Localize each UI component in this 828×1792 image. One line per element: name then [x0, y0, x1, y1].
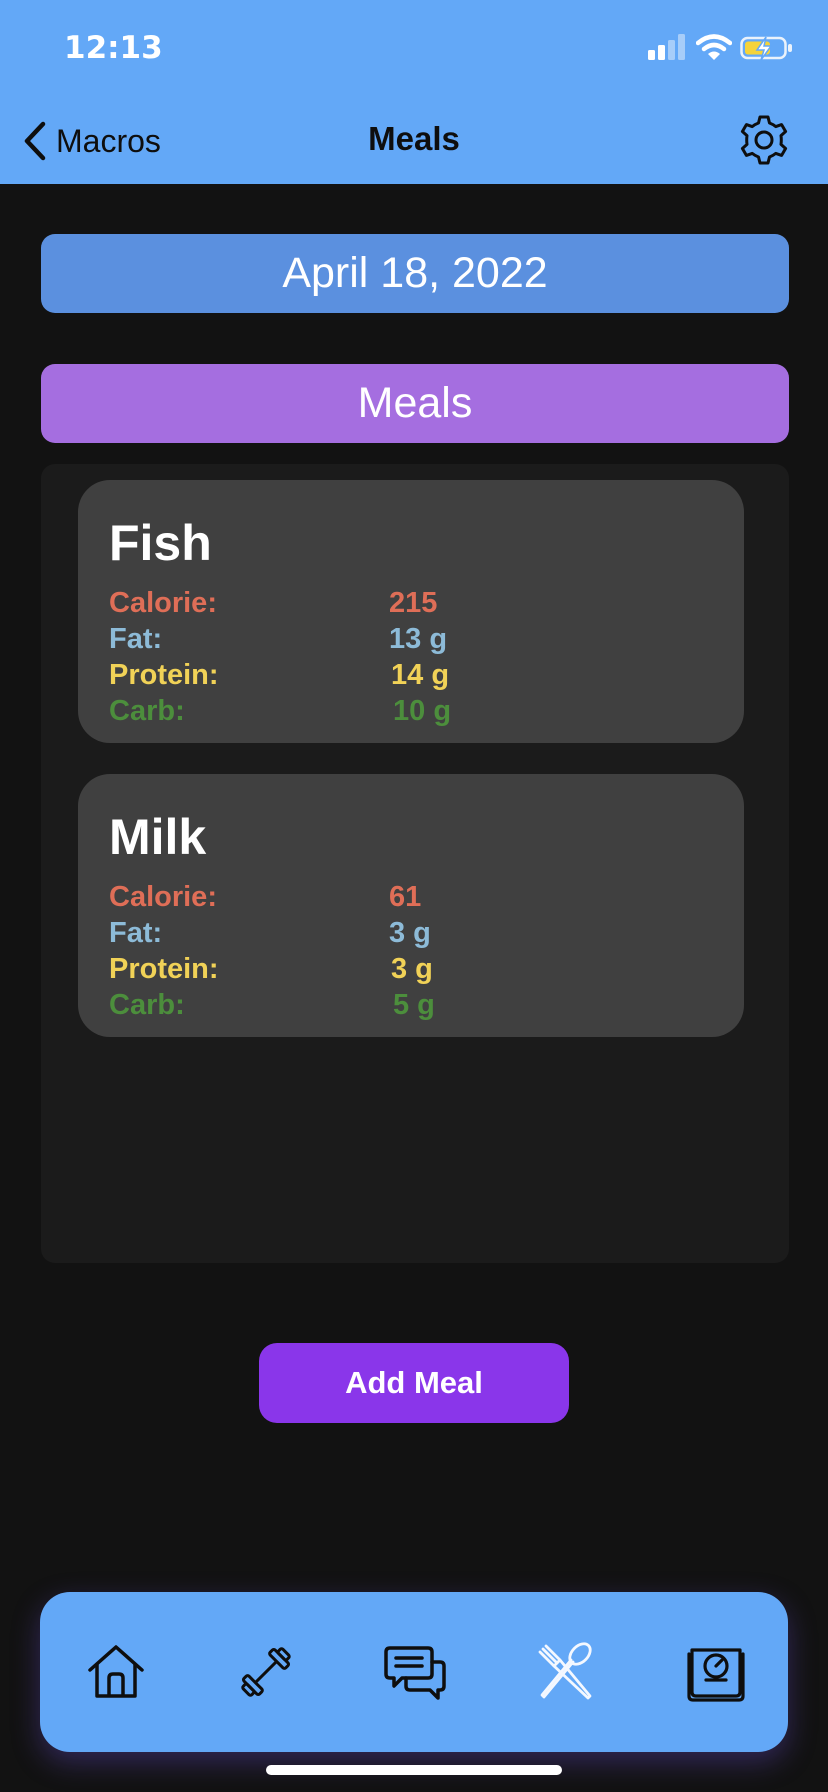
- fat-label: Fat:: [109, 623, 163, 655]
- protein-label: Protein:: [109, 659, 219, 691]
- home-indicator[interactable]: [266, 1765, 562, 1775]
- header: 12:13 Macros Meals: [0, 0, 828, 184]
- fat-row: Fat: 13 g: [109, 623, 709, 659]
- carb-value: 10 g: [393, 695, 452, 727]
- settings-button[interactable]: [738, 114, 790, 166]
- carb-label: Carb:: [109, 695, 185, 727]
- date-selector[interactable]: April 18, 2022: [41, 234, 789, 313]
- chat-icon: [384, 1646, 446, 1700]
- gear-icon: [740, 115, 788, 165]
- protein-row: Protein: 3 g: [109, 953, 709, 989]
- tab-weight[interactable]: [684, 1640, 748, 1704]
- carb-value: 5 g: [393, 989, 435, 1021]
- fork-spoon-icon: [538, 1642, 592, 1700]
- calorie-row: Calorie: 61: [109, 881, 709, 917]
- fat-label: Fat:: [109, 917, 163, 949]
- meal-name: Fish: [109, 515, 212, 571]
- back-label: Macros: [56, 122, 161, 159]
- tab-meals[interactable]: [534, 1640, 598, 1704]
- back-button[interactable]: Macros: [22, 118, 161, 164]
- tab-bar: [40, 1592, 788, 1752]
- fat-value: 13 g: [389, 623, 448, 655]
- scale-icon: [687, 1648, 745, 1702]
- signal-icon: [648, 34, 685, 60]
- carb-row: Carb: 5 g: [109, 989, 709, 1025]
- calorie-value: 61: [389, 881, 422, 913]
- tab-home[interactable]: [84, 1640, 148, 1704]
- wifi-icon: [696, 34, 732, 60]
- protein-value: 14 g: [391, 659, 450, 691]
- calorie-label: Calorie:: [109, 881, 217, 913]
- dumbbell-icon: [241, 1647, 291, 1697]
- protein-label: Protein:: [109, 953, 219, 985]
- meals-section-header: Meals: [41, 364, 789, 443]
- fat-row: Fat: 3 g: [109, 917, 709, 953]
- home-icon: [88, 1645, 144, 1698]
- carb-row: Carb: 10 g: [109, 695, 709, 731]
- calorie-row: Calorie: 215: [109, 587, 709, 623]
- tab-chat[interactable]: [384, 1640, 448, 1704]
- chevron-left-icon: [24, 121, 46, 161]
- protein-value: 3 g: [391, 953, 433, 985]
- meal-card-milk[interactable]: Milk Calorie: 61 Fat: 3 g Protein: 3 g C…: [78, 774, 744, 1037]
- fat-value: 3 g: [389, 917, 431, 949]
- carb-label: Carb:: [109, 989, 185, 1021]
- status-time: 12:13: [64, 30, 163, 66]
- calorie-value: 215: [389, 587, 438, 619]
- tab-workouts[interactable]: [234, 1640, 298, 1704]
- protein-row: Protein: 14 g: [109, 659, 709, 695]
- calorie-label: Calorie:: [109, 587, 217, 619]
- battery-icon: [740, 36, 792, 61]
- add-meal-button[interactable]: Add Meal: [259, 1343, 569, 1423]
- meal-name: Milk: [109, 809, 207, 865]
- meal-list[interactable]: Fish Calorie: 215 Fat: 13 g Protein: 14 …: [41, 464, 789, 1263]
- meal-card-fish[interactable]: Fish Calorie: 215 Fat: 13 g Protein: 14 …: [78, 480, 744, 743]
